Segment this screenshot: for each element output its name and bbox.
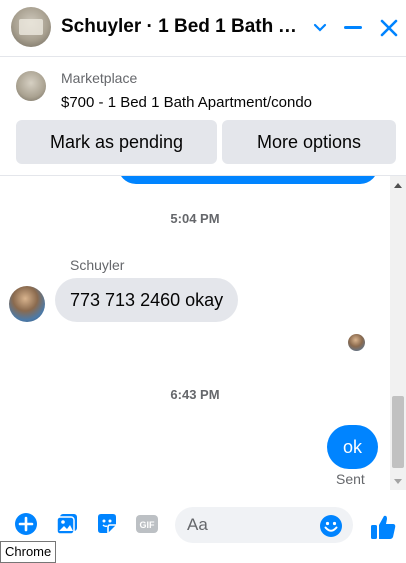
message-thread[interactable]: 5:04 PM Schuyler 773 713 2460 okay 6:43 … xyxy=(0,176,390,490)
mark-as-pending-button[interactable]: Mark as pending xyxy=(16,120,217,164)
listing-avatar[interactable] xyxy=(11,7,51,47)
minimize-icon[interactable] xyxy=(339,14,367,42)
marketplace-listing-thumbnail[interactable] xyxy=(16,71,46,101)
sender-name: Schuyler xyxy=(70,257,125,273)
sender-avatar[interactable] xyxy=(9,286,45,322)
sticker-icon[interactable] xyxy=(94,511,120,537)
svg-text:GIF: GIF xyxy=(140,520,156,530)
chrome-tooltip: Chrome xyxy=(0,541,57,563)
scrollbar[interactable] xyxy=(390,176,406,490)
more-options-button[interactable]: More options xyxy=(222,120,396,164)
outgoing-message[interactable]: ok xyxy=(327,425,378,469)
scroll-down-arrow-icon[interactable] xyxy=(390,474,406,488)
close-icon[interactable] xyxy=(375,14,403,42)
thumbs-up-icon[interactable] xyxy=(368,512,398,542)
marketplace-label: Marketplace xyxy=(61,70,138,86)
incoming-message[interactable]: 773 713 2460 okay xyxy=(55,278,239,322)
photo-icon[interactable] xyxy=(54,511,80,537)
gif-icon[interactable]: GIF xyxy=(134,511,160,537)
timestamp: 5:04 PM xyxy=(170,211,220,226)
chat-title[interactable]: Schuyler · 1 Bed 1 Bath Apartment/condo xyxy=(61,16,299,38)
add-icon[interactable] xyxy=(13,511,39,537)
scrollbar-thumb[interactable] xyxy=(392,396,404,468)
emoji-icon[interactable] xyxy=(319,514,343,538)
scroll-up-arrow-icon[interactable] xyxy=(390,178,406,192)
timestamp: 6:43 PM xyxy=(170,387,220,402)
chat-header: Schuyler · 1 Bed 1 Bath Apartment/condo xyxy=(0,0,406,57)
previous-outgoing-message xyxy=(118,176,378,184)
chevron-down-icon[interactable] xyxy=(306,14,334,42)
composer: GIF xyxy=(0,498,406,562)
listing-title[interactable]: $700 - 1 Bed 1 Bath Apartment/condo xyxy=(61,94,312,111)
message-status: Sent xyxy=(336,471,365,487)
read-receipt-avatar xyxy=(348,334,365,351)
